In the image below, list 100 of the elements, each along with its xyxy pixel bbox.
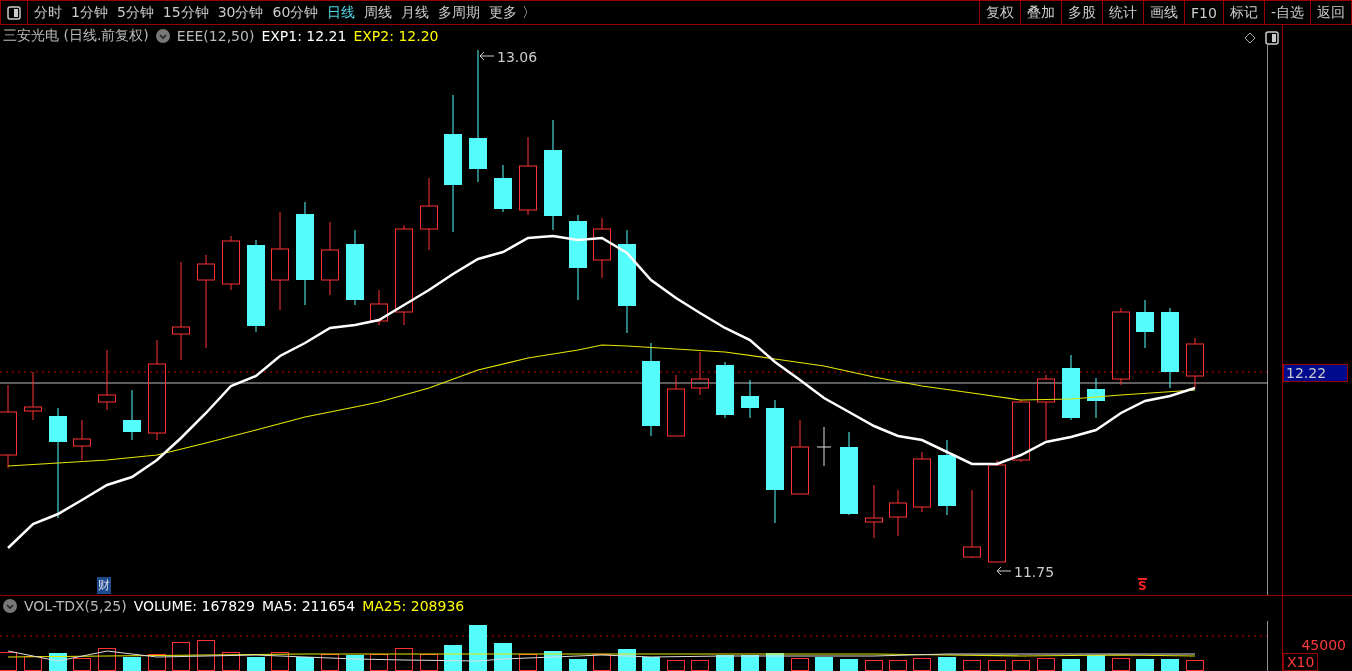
- volume-bar: [519, 654, 537, 671]
- candlestick: [889, 489, 907, 537]
- volume-bar: [988, 660, 1006, 671]
- volume-bar: [197, 640, 215, 671]
- volume-bar: [271, 652, 289, 671]
- candlestick: [865, 484, 883, 539]
- volume-bar: [24, 656, 42, 671]
- high-price-label: 13.06: [497, 49, 538, 65]
- volume-bar: [370, 654, 388, 671]
- toolbar-button[interactable]: 多股: [1061, 1, 1103, 24]
- candlestick: [1062, 354, 1080, 421]
- period-tab[interactable]: 多周期: [438, 3, 481, 22]
- toolbar-button[interactable]: 返回: [1310, 1, 1351, 24]
- toolbar-button[interactable]: 标记: [1222, 1, 1264, 24]
- candlestick: [667, 374, 685, 437]
- period-tab[interactable]: 15分钟: [162, 3, 209, 22]
- volume-bar: [172, 642, 190, 671]
- current-price-tag: 12.22: [1283, 364, 1348, 382]
- candlestick: [1136, 299, 1154, 349]
- volume-bar: [667, 660, 685, 671]
- volume-bar: [1062, 659, 1080, 671]
- period-tab[interactable]: 60分钟: [272, 3, 319, 22]
- volume-bar: [469, 625, 487, 671]
- toolbar-button[interactable]: -自选: [1263, 1, 1310, 24]
- period-tab[interactable]: 日线: [327, 3, 356, 22]
- candlestick: [593, 217, 611, 279]
- candlestick: [123, 389, 141, 441]
- toolbar-button[interactable]: 复权: [979, 1, 1021, 24]
- panel-icon[interactable]: [1265, 31, 1279, 45]
- period-tab[interactable]: 1分钟: [71, 3, 108, 22]
- indicator-value: EXP2: 12.20: [353, 28, 439, 44]
- toolbar-button[interactable]: 统计: [1102, 1, 1144, 24]
- candlestick: [1087, 377, 1105, 419]
- low-marker-arrow-icon: [996, 566, 1012, 576]
- candlestick: [73, 419, 91, 461]
- volume-bar: [1136, 659, 1154, 671]
- indicator-value: MA25: 208936: [362, 598, 465, 614]
- toolbar-button[interactable]: 画线: [1143, 1, 1185, 24]
- candlestick: [24, 371, 42, 421]
- volume-bar: [569, 659, 587, 671]
- volume-bar: [98, 648, 116, 671]
- period-tab[interactable]: 周线: [364, 3, 393, 22]
- period-tab[interactable]: 分时: [34, 3, 62, 22]
- candlestick: [1186, 337, 1204, 389]
- volume-bar: [296, 657, 314, 671]
- volume-bar: [840, 659, 858, 671]
- candlestick: [816, 426, 832, 467]
- stock-title: 三安光电 (日线.前复权): [3, 27, 149, 45]
- volume-bar: [420, 654, 438, 671]
- candlestick: [494, 164, 512, 213]
- volume-bar: [444, 645, 462, 671]
- candlestick: [716, 361, 734, 419]
- indicator-value: VOLUME: 167829: [133, 598, 255, 614]
- period-tab[interactable]: 更多 〉: [489, 3, 536, 22]
- candlestick: [1012, 399, 1030, 463]
- volume-bar: [963, 660, 981, 671]
- volume-bar: [815, 657, 833, 671]
- indicator-name: VOL-TDX(5,25): [24, 598, 127, 614]
- volume-scale-label: 45000: [1301, 637, 1347, 653]
- volume-bar: [73, 658, 91, 671]
- volume-bar: [1112, 658, 1130, 671]
- indicator-value: MA5: 211654: [261, 598, 356, 614]
- volume-bar: [395, 648, 413, 671]
- volume-bar: [889, 660, 907, 671]
- indicator-name: EEE(12,50): [176, 28, 255, 44]
- volume-bar: [321, 654, 339, 671]
- candlestick: [691, 351, 709, 396]
- toolbar-button[interactable]: F10: [1184, 1, 1223, 24]
- candlestick: [1037, 374, 1055, 441]
- indicator-value: EXP1: 12.21: [261, 28, 347, 44]
- volume-bar: [642, 657, 660, 671]
- low-price-label: 11.75: [1014, 564, 1055, 580]
- volume-bar: [222, 652, 240, 671]
- volume-bar: [49, 653, 67, 671]
- diamond-icon[interactable]: [1244, 32, 1256, 44]
- volume-bar: [148, 654, 166, 671]
- dropdown-icon[interactable]: [155, 29, 170, 43]
- candlestick: [963, 489, 981, 559]
- volume-bar: [865, 660, 883, 671]
- period-tab[interactable]: 5分钟: [116, 3, 154, 22]
- volume-bar: [123, 657, 141, 671]
- panel-icon: [7, 5, 21, 20]
- volume-bar: [1161, 659, 1179, 671]
- volume-bar: [691, 660, 709, 671]
- volume-bar: [593, 654, 611, 671]
- toolbar-button[interactable]: 叠加: [1020, 1, 1062, 24]
- axis-line: [1267, 621, 1268, 671]
- volume-bar: [1012, 660, 1030, 671]
- candlestick: [370, 289, 388, 326]
- volume-bar: [938, 657, 956, 671]
- volume-bar: [913, 658, 931, 671]
- volume-bar: [1037, 658, 1055, 671]
- candlestick: [913, 451, 931, 513]
- period-tab[interactable]: 月线: [401, 3, 430, 22]
- volume-bar: [791, 658, 809, 671]
- dropdown-icon[interactable]: [3, 599, 17, 613]
- volume-bar: [346, 655, 364, 671]
- financial-event-marker[interactable]: 财: [97, 577, 111, 594]
- volume-bar: [0, 652, 17, 671]
- period-tab[interactable]: 30分钟: [217, 3, 264, 22]
